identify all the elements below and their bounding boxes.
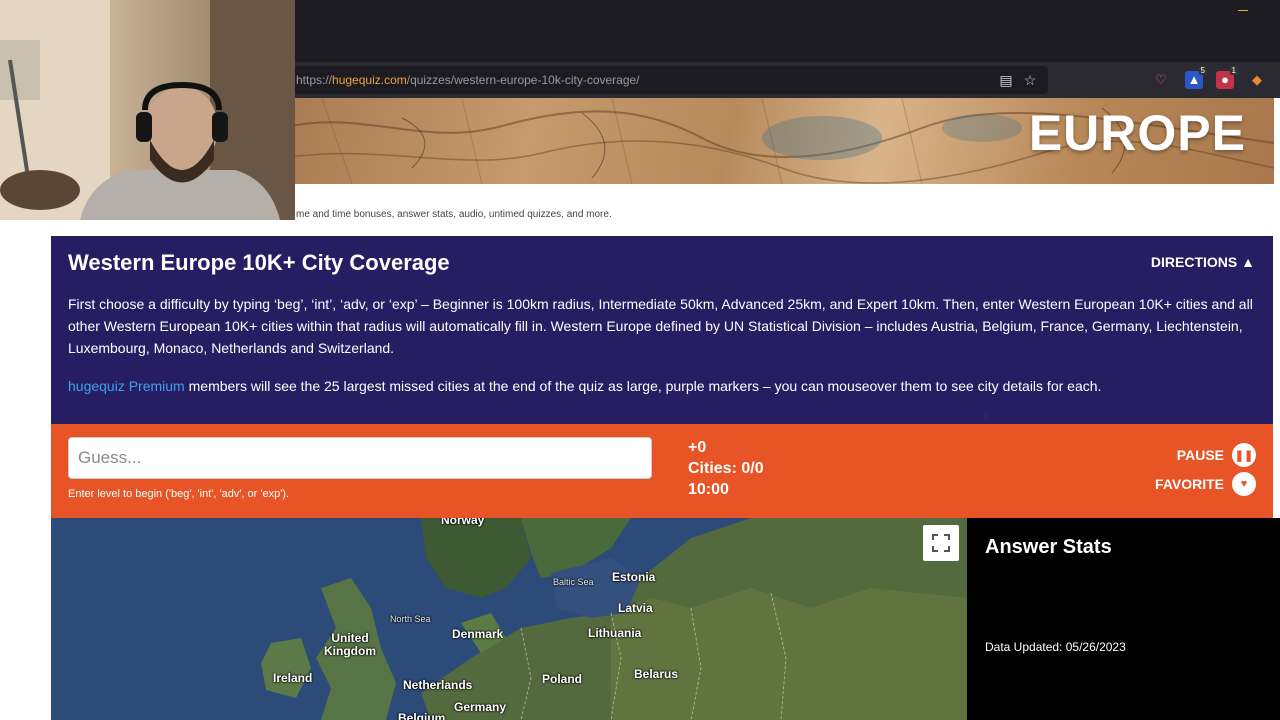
- alert-extension-badge: 1: [1229, 66, 1238, 75]
- map-label-north-sea: North Sea: [390, 614, 431, 624]
- address-bar[interactable]: https://hugequiz.com/quizzes/western-eur…: [282, 66, 1048, 94]
- webcam-overlay: [0, 0, 295, 220]
- answer-stats-panel: Answer Stats Data Updated: 05/26/2023: [967, 518, 1280, 720]
- alert-extension-icon[interactable]: ● 1: [1216, 66, 1238, 89]
- map-label-belgium: Belgium: [398, 711, 446, 720]
- webcam-person-image: [0, 0, 295, 220]
- text-cursor-icon: I: [984, 409, 988, 423]
- heart-icon: ♥: [1232, 472, 1256, 496]
- quiz-stats: +0 Cities: 0/0 10:00: [688, 437, 764, 500]
- bookmark-star-icon[interactable]: ☆: [1022, 72, 1038, 88]
- map-terrain: [51, 518, 967, 720]
- data-updated-text: Data Updated: 05/26/2023: [985, 640, 1126, 654]
- fullscreen-button[interactable]: [923, 525, 959, 561]
- uk-line-1: United: [331, 631, 369, 645]
- reader-view-icon[interactable]: ▤: [998, 72, 1014, 88]
- favorite-label: FAVORITE: [1155, 476, 1224, 492]
- extension-badge: 5: [1198, 66, 1207, 75]
- premium-link[interactable]: hugequiz Premium: [68, 378, 185, 394]
- fullscreen-icon: [932, 534, 950, 552]
- map-label-baltic-sea: Baltic Sea: [553, 577, 594, 587]
- pocket-icon[interactable]: ♡: [1152, 71, 1170, 89]
- metamask-icon[interactable]: ◆: [1248, 71, 1266, 89]
- quiz-header: Western Europe 10K+ City Coverage DIRECT…: [51, 236, 1273, 424]
- premium-promo-text: me and time bonuses, answer stats, audio…: [296, 209, 612, 220]
- url-path: /quizzes/western-europe-10k-city-coverag…: [406, 73, 640, 87]
- europe-banner: EUROPE: [282, 98, 1274, 184]
- bonus-counter: +0: [688, 439, 707, 456]
- quiz-controls: Enter level to begin ('beg', 'int', 'adv…: [51, 424, 1273, 518]
- map-label-poland: Poland: [542, 672, 583, 686]
- map-label-belarus: Belarus: [634, 667, 679, 681]
- banner-title: EUROPE: [1028, 105, 1246, 161]
- map-label-estonia: Estonia: [612, 570, 656, 584]
- timer: 10:00: [688, 481, 729, 498]
- url-text: https://hugequiz.com/quizzes/western-eur…: [296, 73, 640, 87]
- window-minimize-button[interactable]: [1238, 10, 1248, 11]
- premium-text: members will see the 25 largest missed c…: [184, 378, 1102, 394]
- pause-button[interactable]: PAUSE ❚❚: [1177, 443, 1256, 467]
- url-host: hugequiz.com: [332, 73, 407, 87]
- guess-input[interactable]: [68, 437, 652, 479]
- premium-info: hugequiz Premium members will see the 25…: [68, 376, 1258, 396]
- level-hint: Enter level to begin ('beg', 'int', 'adv…: [68, 488, 290, 500]
- uk-line-2: Kingdom: [324, 644, 376, 658]
- map-label-netherlands: Netherlands: [403, 678, 473, 692]
- pause-icon: ❚❚: [1232, 443, 1256, 467]
- map-label-lithuania: Lithuania: [588, 626, 642, 640]
- satellite-map[interactable]: Norway Baltic Sea Estonia Latvia North S…: [51, 518, 967, 720]
- map-label-norway: Norway: [441, 518, 485, 527]
- answer-stats-title: Answer Stats: [985, 536, 1112, 558]
- quiz-title: Western Europe 10K+ City Coverage: [68, 250, 450, 275]
- map-label-denmark: Denmark: [452, 627, 504, 641]
- url-prefix: https://: [296, 73, 333, 87]
- cities-counter: Cities: 0/0: [688, 460, 764, 477]
- pause-label: PAUSE: [1176, 447, 1224, 463]
- map-label-ireland: Ireland: [273, 671, 313, 685]
- directions-toggle[interactable]: DIRECTIONS ▲: [1151, 254, 1255, 270]
- quiz-description: First choose a difficulty by typing ‘beg…: [68, 296, 1253, 356]
- map-label-latvia: Latvia: [618, 601, 653, 615]
- extension-icon[interactable]: ▲ 5: [1185, 66, 1207, 89]
- favorite-button[interactable]: FAVORITE ♥: [1155, 472, 1256, 496]
- map-label-germany: Germany: [454, 700, 507, 714]
- map-label-united-kingdom: United Kingdom: [324, 632, 376, 658]
